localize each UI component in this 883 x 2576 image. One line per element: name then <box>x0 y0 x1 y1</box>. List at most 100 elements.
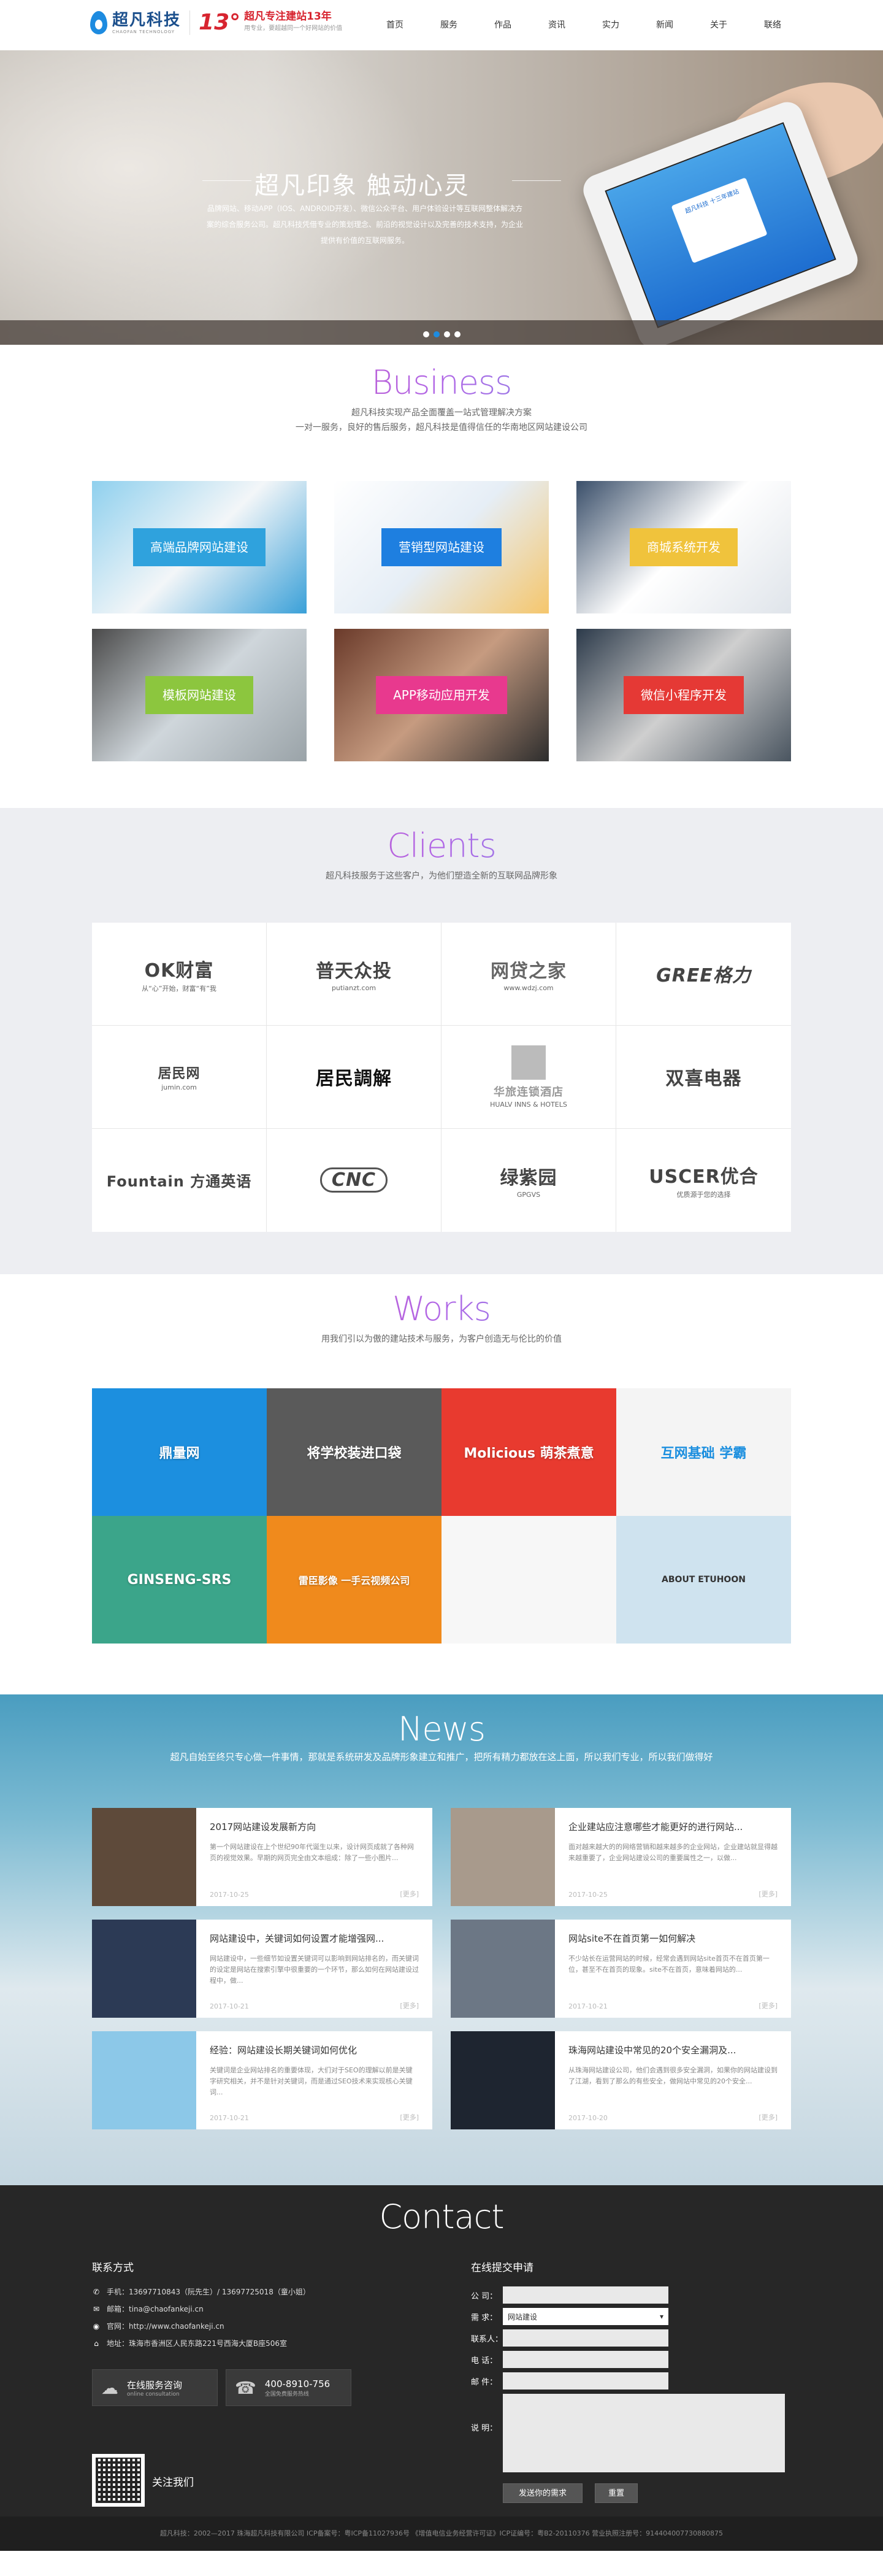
business-grid: 高端品牌网站建设 营销型网站建设 商城系统开发 模板网站建设 APP移动应用开发… <box>92 481 791 761</box>
news-thumbnail <box>92 1920 196 2018</box>
logo-slogan-sub: 用专业，要超越同一个好网站的价值 <box>244 25 343 32</box>
work-item[interactable]: 雷臣影像 一手云视频公司 <box>267 1516 442 1644</box>
banner-description: 品牌网站、移动APP（IOS、ANDROID开发）、微信公众平台、用户体验设计等… <box>206 204 523 245</box>
logo[interactable]: 超凡科技 CHAOFAN TECHNOLOGY 13° 超凡专注建站13年 用专… <box>90 10 342 35</box>
submit-button[interactable]: 发送你的需求 <box>503 2483 583 2503</box>
nav-works[interactable]: 作品 <box>476 0 530 50</box>
mail-icon: ✉ <box>93 2304 100 2313</box>
news-item[interactable]: 2017网站建设发展新方向 第一个网站建设在上个世纪90年代诞生以来，设计网页成… <box>92 1808 432 1906</box>
nav-strength[interactable]: 实力 <box>584 0 638 50</box>
phone-input[interactable] <box>503 2351 668 2368</box>
news-thumbnail <box>92 1808 196 1906</box>
business-card[interactable]: 模板网站建设 <box>92 629 307 761</box>
qr-code <box>92 2454 145 2507</box>
works-title: Works <box>0 1274 883 1328</box>
contact-phone: 手机：13697710843（阮先生）/ 13697725018（童小姐） <box>107 2288 310 2296</box>
client-logo[interactable]: 华旅连锁酒店 HUALV INNS & HOTELS <box>442 1026 616 1129</box>
business-card[interactable]: 商城系统开发 <box>576 481 791 613</box>
business-card[interactable]: 高端品牌网站建设 <box>92 481 307 613</box>
email-input[interactable] <box>503 2372 668 2390</box>
carousel-dot[interactable] <box>422 331 429 337</box>
telephone-icon: ☎ <box>235 2377 256 2398</box>
banner-title: 超凡印象 触动心灵 <box>254 172 470 200</box>
news-item[interactable]: 网站site不在首页第一如何解决 不少站长在运营网站的时候，经常会遇到网站sit… <box>451 1920 791 2018</box>
news-thumbnail <box>451 1808 555 1906</box>
contact-email[interactable]: 邮箱：tina@chaofankeji.cn <box>107 2304 204 2314</box>
header: 超凡科技 CHAOFAN TECHNOLOGY 13° 超凡专注建站13年 用专… <box>0 0 883 50</box>
business-card-label: APP移动应用开发 <box>376 676 507 714</box>
nav-info[interactable]: 资讯 <box>530 0 584 50</box>
logo-name-en: CHAOFAN TECHNOLOGY <box>112 29 175 34</box>
news-thumbnail <box>92 2031 196 2129</box>
work-item[interactable]: ABOUT ETUHOON <box>616 1516 791 1644</box>
hotel-logo-icon <box>511 1045 546 1080</box>
contact-website[interactable]: 官网：http://www.chaofankeji.cn <box>107 2321 224 2331</box>
nav-news[interactable]: 新闻 <box>638 0 692 50</box>
home-icon: ⌂ <box>94 2339 99 2348</box>
hero-banner: 超凡印象 触动心灵 品牌网站、移动APP（IOS、ANDROID开发）、微信公众… <box>0 50 883 345</box>
client-logo[interactable]: CNC <box>267 1129 442 1232</box>
client-logo[interactable]: 居民网 jumin.com <box>92 1026 267 1129</box>
company-input[interactable] <box>503 2286 668 2304</box>
news-section: News 超凡自始至终只专心做一件事情，那就是系统研发及品牌形象建立和推广，把所… <box>0 1694 883 2185</box>
client-logo[interactable]: GREE格力 <box>616 923 791 1026</box>
business-card[interactable]: 营销型网站建设 <box>334 481 549 613</box>
nav-about[interactable]: 关于 <box>692 0 746 50</box>
logo-slogan: 超凡专注建站13年 <box>244 10 332 23</box>
contact-info-title: 联系方式 <box>92 2262 134 2274</box>
business-desc-1: 超凡科技实现产品全面覆盖一站式管理解决方案 <box>351 408 532 418</box>
hotline-button[interactable]: ☎ 400-8910-756 全国免费服务热线 <box>226 2369 351 2406</box>
carousel-dots <box>0 331 883 337</box>
reset-button[interactable]: 重置 <box>595 2483 638 2503</box>
news-grid: 2017网站建设发展新方向 第一个网站建设在上个世纪90年代诞生以来，设计网页成… <box>92 1808 791 2129</box>
nav-contact[interactable]: 联络 <box>746 0 800 50</box>
client-logo[interactable]: 居民調解 <box>267 1026 442 1129</box>
description-textarea[interactable] <box>503 2394 785 2472</box>
form-title: 在线提交申请 <box>471 2262 533 2274</box>
follow-us: 关注我们 <box>152 2477 194 2489</box>
contact-section: Contact 联系方式 ✆ 手机：13697710843（阮先生）/ 13697… <box>0 2185 883 2516</box>
news-item[interactable]: 企业建站应注意哪些才能更好的进行网站... 面对越来越大的的网络营销和越来越多的… <box>451 1808 791 1906</box>
news-title: News <box>398 1710 486 1748</box>
main-nav: 首页 服务 作品 资讯 实力 新闻 关于 联络 <box>368 0 800 50</box>
logo-name: 超凡科技 <box>112 10 182 29</box>
business-card-label: 模板网站建设 <box>145 676 253 714</box>
contact-name-input[interactable] <box>503 2329 668 2347</box>
carousel-dot[interactable] <box>443 331 450 337</box>
client-logo[interactable]: 普天众投 putianzt.com <box>267 923 442 1026</box>
clients-desc: 超凡科技服务于这些客户，为他们塑造全新的互联网品牌形象 <box>326 871 557 881</box>
clients-section: Clients 超凡科技服务于这些客户，为他们塑造全新的互联网品牌形象 OK财富… <box>0 808 883 1274</box>
carousel-dot-active[interactable] <box>433 331 440 337</box>
business-card[interactable]: 微信小程序开发 <box>576 629 791 761</box>
online-consultation-button[interactable]: ☁ 在线服务咨询 online consultation <box>92 2369 218 2406</box>
works-grid: 鼎量网 将学校装进口袋 Molicious 萌茶煮意 互网基础 学霸 GINSE… <box>92 1388 791 1644</box>
client-logo[interactable]: 绿紫园 GPGVS <box>442 1129 616 1232</box>
work-item[interactable]: GINSENG-SRS <box>92 1516 267 1644</box>
phone-icon: ✆ <box>93 2287 100 2296</box>
news-item[interactable]: 珠海网站建设中常见的20个安全漏洞及... 从珠海网站建设公司，他们会遇到很多安… <box>451 2031 791 2129</box>
work-item[interactable]: 互网基础 学霸 <box>616 1388 791 1516</box>
work-item[interactable]: 将学校装进口袋 <box>267 1388 442 1516</box>
news-item[interactable]: 网站建设中，关键词如何设置才能增强网... 网站建设中，一些细节如设置关键词可以… <box>92 1920 432 2018</box>
work-item[interactable] <box>442 1516 616 1644</box>
carousel-dot[interactable] <box>454 331 461 337</box>
nav-home[interactable]: 首页 <box>368 0 422 50</box>
need-select[interactable]: 网站建设 ▾ <box>503 2308 668 2325</box>
client-logo[interactable]: 网贷之家 www.wdzj.com <box>442 923 616 1026</box>
business-card[interactable]: APP移动应用开发 <box>334 629 549 761</box>
business-card-label: 高端品牌网站建设 <box>133 528 266 566</box>
client-logo[interactable]: USCER优合 优质源于您的选择 <box>616 1129 791 1232</box>
nav-services[interactable]: 服务 <box>422 0 476 50</box>
news-desc: 超凡自始至终只专心做一件事情，那就是系统研发及品牌形象建立和推广，把所有精力都放… <box>170 1751 713 1763</box>
client-logo[interactable]: Fountain 方通英语 <box>92 1129 267 1232</box>
news-item[interactable]: 经验：网站建设长期关键词如何优化 关键词是企业网站排名的重要体现，大们对于SEO… <box>92 2031 432 2129</box>
client-logo[interactable]: OK财富 从“心”开始，财富“有”我 <box>92 923 267 1026</box>
work-item[interactable]: Molicious 萌茶煮意 <box>442 1388 616 1516</box>
business-title: Business <box>0 345 883 402</box>
logo-years: 13° <box>199 10 241 35</box>
work-item[interactable]: 鼎量网 <box>92 1388 267 1516</box>
logo-drop-icon <box>90 10 107 34</box>
clients-title: Clients <box>0 808 883 865</box>
works-section: Works 用我们引以为傲的建站技术与服务，为客户创造无与伦比的价值 鼎量网 将… <box>0 1274 883 1694</box>
client-logo[interactable]: 双喜电器 <box>616 1026 791 1129</box>
